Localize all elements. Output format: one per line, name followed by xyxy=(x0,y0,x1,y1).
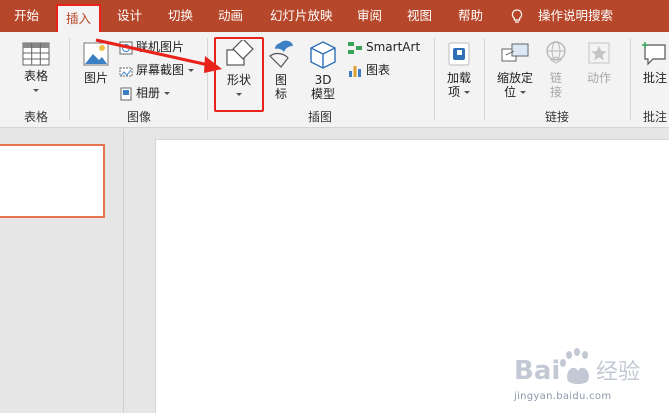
smartart-icon xyxy=(348,41,362,54)
tab-design[interactable]: 设计 xyxy=(117,0,142,32)
screenshot-icon xyxy=(119,67,133,76)
chevron-down-icon xyxy=(519,91,526,94)
group-label-illustrations: 插图 xyxy=(307,110,332,124)
icons-label-line2: 标 xyxy=(274,87,287,101)
tab-animations[interactable]: 动画 xyxy=(218,0,243,32)
chevron-down-icon xyxy=(187,69,194,72)
picture-button-label: 图片 xyxy=(83,71,108,85)
link-button[interactable]: 链 接 xyxy=(541,40,571,99)
svg-text:Bai: Bai xyxy=(514,356,560,386)
chart-button[interactable]: 图表 xyxy=(347,61,390,79)
chart-label: 图表 xyxy=(366,63,391,77)
cube-3d-icon xyxy=(310,41,336,69)
group-label-tables: 表格 xyxy=(23,110,48,124)
action-label: 动作 xyxy=(586,71,611,85)
tab-help[interactable]: 帮助 xyxy=(458,0,483,32)
picture-icon xyxy=(83,42,109,66)
smartart-label: SmartArt xyxy=(366,40,421,54)
smartart-button[interactable]: SmartArt xyxy=(347,38,420,56)
ribbon-insert: 表格 表格 图片 联机图片 屏幕截图 相册 图像 形状 图 标 3D 模型 Sm… xyxy=(0,32,669,128)
online-pictures-icon xyxy=(119,41,133,54)
icons-icon xyxy=(269,40,293,68)
ribbon-tab-bar: 开始 插入 设计 切换 动画 幻灯片放映 审阅 视图 帮助 操作说明搜索 xyxy=(0,0,669,32)
slide-thumbnail[interactable] xyxy=(0,144,105,218)
table-button-label: 表格 xyxy=(23,69,48,83)
zoom-label-line2: 位 xyxy=(494,85,536,99)
tab-insert[interactable]: 插入 xyxy=(56,4,102,32)
link-label-line2: 接 xyxy=(549,85,562,99)
tab-transitions[interactable]: 切换 xyxy=(168,0,193,32)
tab-review[interactable]: 审阅 xyxy=(357,0,382,32)
chevron-down-icon xyxy=(33,89,39,92)
group-label-images: 图像 xyxy=(126,110,151,124)
addins-button[interactable]: 加载 项 xyxy=(442,40,476,99)
comment-button[interactable]: 批注 xyxy=(638,40,669,85)
link-icon xyxy=(546,41,566,64)
tab-slideshow[interactable]: 幻灯片放映 xyxy=(270,0,333,32)
chevron-down-icon xyxy=(163,92,170,95)
photo-album-icon xyxy=(120,87,132,100)
photo-album-button[interactable]: 相册 xyxy=(119,84,170,102)
screenshot-button[interactable]: 屏幕截图 xyxy=(119,61,194,79)
watermark-url: jingyan.baidu.com xyxy=(514,391,612,402)
table-button[interactable]: 表格 xyxy=(18,42,54,97)
chevron-down-icon xyxy=(463,91,470,94)
table-icon xyxy=(22,42,50,66)
online-pictures-button[interactable]: 联机图片 xyxy=(119,38,184,56)
link-label-line1: 链 xyxy=(549,71,562,85)
chart-icon xyxy=(349,65,361,77)
lightbulb-icon xyxy=(511,9,523,23)
online-pictures-label: 联机图片 xyxy=(136,40,185,54)
shapes-highlight-box xyxy=(214,37,264,112)
icons-button[interactable]: 图 标 xyxy=(266,38,296,101)
zoom-button[interactable]: 缩放定 位 xyxy=(494,40,536,99)
addins-label-text: 项 xyxy=(448,85,461,99)
group-separator xyxy=(69,38,70,120)
zoom-icon xyxy=(501,43,529,62)
tell-me-label: 操作说明搜索 xyxy=(538,8,614,23)
baidu-watermark: Bai 经验 jingyan.baidu.com xyxy=(512,345,662,409)
comment-icon xyxy=(642,42,666,66)
photo-album-label: 相册 xyxy=(136,86,161,100)
group-label-comments: 批注 xyxy=(642,110,667,124)
baidu-paw-logo-icon: Bai 经验 xyxy=(514,348,640,386)
group-label-links: 链接 xyxy=(544,110,569,124)
addins-label-line2: 项 xyxy=(442,85,476,99)
3d-models-label-line2: 模型 xyxy=(310,87,335,101)
comment-button-label: 批注 xyxy=(642,71,667,85)
picture-button[interactable]: 图片 xyxy=(79,40,113,85)
action-star-icon xyxy=(588,42,610,64)
action-button[interactable]: 动作 xyxy=(580,40,618,85)
icons-label-line1: 图 xyxy=(274,73,287,87)
screenshot-label: 屏幕截图 xyxy=(136,63,185,77)
addins-icon xyxy=(448,42,470,66)
svg-text:经验: 经验 xyxy=(596,360,640,385)
tell-me-search[interactable]: 操作说明搜索 xyxy=(511,0,661,32)
group-separator xyxy=(630,38,631,120)
tab-home[interactable]: 开始 xyxy=(14,0,39,32)
group-separator xyxy=(207,38,208,120)
zoom-label-line1: 缩放定 xyxy=(496,71,533,85)
3d-models-button[interactable]: 3D 模型 xyxy=(305,40,341,101)
tab-view[interactable]: 视图 xyxy=(407,0,432,32)
addins-label-line1: 加载 xyxy=(446,71,471,85)
3d-models-label-line1: 3D xyxy=(314,73,332,87)
group-separator xyxy=(484,38,485,120)
slide-thumbnail-pane xyxy=(0,129,124,413)
group-separator xyxy=(434,38,435,120)
zoom-label-text: 位 xyxy=(504,85,517,99)
